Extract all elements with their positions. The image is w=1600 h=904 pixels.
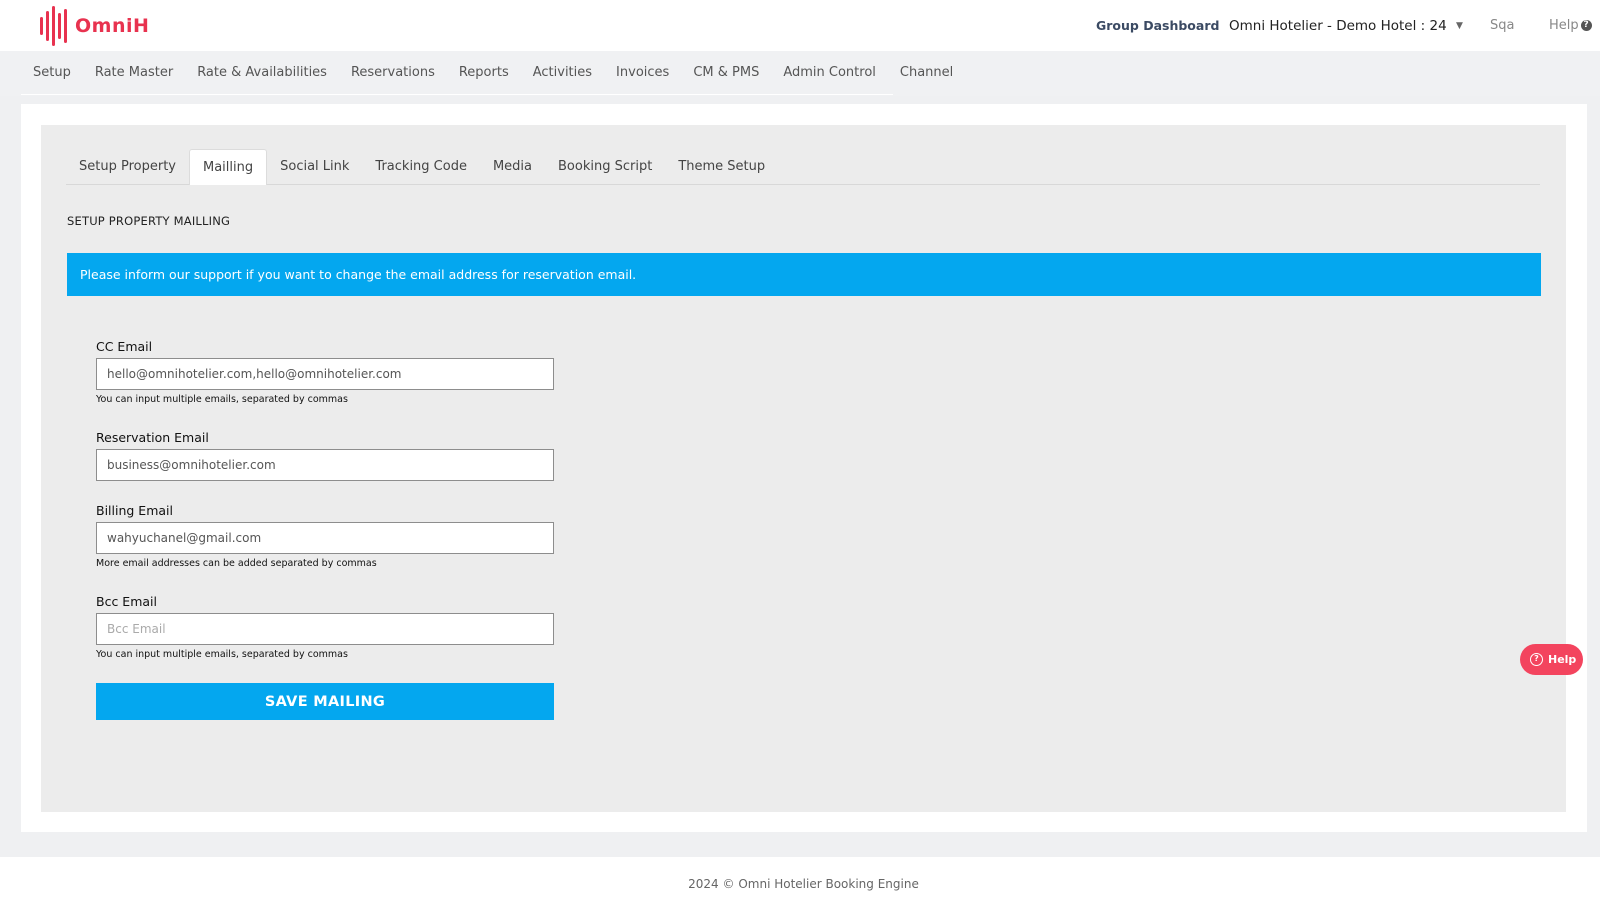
caret-down-icon[interactable]: ▼	[1456, 0, 1463, 51]
cc-email-field[interactable]	[96, 358, 554, 390]
main-menu-bar: Setup Rate Master Rate & Availabilities …	[0, 51, 1600, 96]
footer: 2024 © Omni Hotelier Booking Engine	[0, 857, 1600, 904]
reservation-email-label: Reservation Email	[96, 430, 209, 445]
main-menu: Setup Rate Master Rate & Availabilities …	[21, 51, 953, 95]
settings-tabs: Setup Property Mailling Social Link Trac…	[66, 149, 1540, 185]
save-mailing-button[interactable]: SAVE MAILING	[96, 683, 554, 720]
info-alert: Please inform our support if you want to…	[67, 253, 1541, 296]
cc-email-hint: You can input multiple emails, separated…	[96, 394, 348, 405]
menu-item-admin-control[interactable]: Admin Control	[771, 65, 888, 80]
bcc-email-label: Bcc Email	[96, 594, 157, 609]
brand-name: OmniH	[75, 15, 150, 37]
logo-bars-icon	[40, 6, 67, 46]
menu-item-reports[interactable]: Reports	[447, 65, 521, 80]
billing-email-field[interactable]	[96, 522, 554, 554]
bcc-email-hint: You can input multiple emails, separated…	[96, 649, 348, 660]
group-dashboard-link[interactable]: Group Dashboard	[1096, 0, 1219, 51]
brand-logo[interactable]: OmniH	[40, 6, 149, 46]
question-circle-icon: ?	[1530, 653, 1543, 666]
menu-item-setup[interactable]: Setup	[21, 65, 83, 80]
menu-item-cm-pms[interactable]: CM & PMS	[681, 65, 771, 80]
menu-item-channel[interactable]: Channel	[888, 65, 965, 80]
tab-tracking-code[interactable]: Tracking Code	[362, 149, 480, 184]
menu-item-invoices[interactable]: Invoices	[604, 65, 681, 80]
question-icon: ?	[1580, 20, 1592, 31]
reservation-email-field[interactable]	[96, 449, 554, 481]
floating-help-label: Help	[1548, 653, 1577, 666]
top-header: OmniH Group Dashboard Omni Hotelier - De…	[0, 0, 1600, 51]
menu-item-rate-availabilities[interactable]: Rate & Availabilities	[185, 65, 339, 80]
tab-booking-script[interactable]: Booking Script	[545, 149, 665, 184]
tab-theme-setup[interactable]: Theme Setup	[665, 149, 778, 184]
user-menu[interactable]: Sqa	[1490, 0, 1514, 51]
menu-item-rate-master[interactable]: Rate Master	[83, 65, 185, 80]
floating-help-button[interactable]: ? Help	[1520, 644, 1583, 675]
billing-email-label: Billing Email	[96, 503, 173, 518]
hotel-selector[interactable]: Omni Hotelier - Demo Hotel : 24	[1229, 0, 1447, 51]
help-link[interactable]: Help?	[1549, 0, 1592, 51]
tab-setup-property[interactable]: Setup Property	[66, 149, 189, 184]
tab-social-link[interactable]: Social Link	[267, 149, 362, 184]
cc-email-label: CC Email	[96, 339, 153, 354]
footer-copyright: 2024 © Omni Hotelier Booking Engine	[688, 877, 919, 891]
help-link-label: Help	[1549, 18, 1579, 33]
section-title: SETUP PROPERTY MAILLING	[67, 214, 231, 228]
tab-mailling[interactable]: Mailling	[188, 149, 268, 185]
tab-media[interactable]: Media	[480, 149, 545, 184]
menu-item-activities[interactable]: Activities	[521, 65, 604, 80]
billing-email-hint: More email addresses can be added separa…	[96, 558, 377, 569]
bcc-email-field[interactable]	[96, 613, 554, 645]
menu-item-reservations[interactable]: Reservations	[339, 65, 447, 80]
